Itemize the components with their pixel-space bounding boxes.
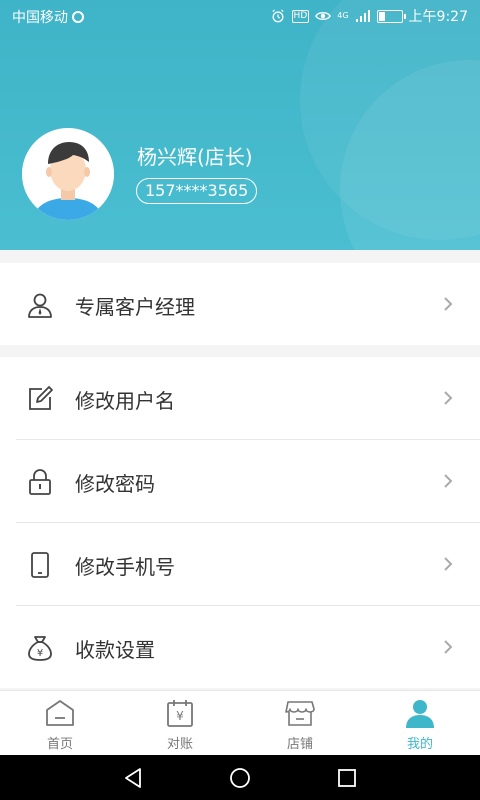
bottom-tab-bar: 首页 ¥ 对账 店铺 我的 bbox=[0, 690, 480, 755]
chevron-right-icon bbox=[444, 391, 453, 405]
chevron-right-icon bbox=[444, 297, 453, 311]
money-bag-icon: ¥ bbox=[28, 636, 52, 661]
tab-label: 我的 bbox=[406, 737, 433, 752]
status-bar: 中国移动 HD 4G 上午9:27 bbox=[0, 0, 480, 32]
carrier-name: 中国移动 bbox=[12, 10, 68, 26]
menu-item-change-password[interactable]: 修改密码 bbox=[0, 440, 480, 522]
menu-item-label: 修改密码 bbox=[75, 472, 155, 496]
user-phone: 157****3565 bbox=[136, 178, 258, 204]
back-icon[interactable] bbox=[121, 766, 145, 790]
phone-icon bbox=[31, 552, 49, 578]
tab-label: 对账 bbox=[166, 737, 193, 752]
menu-item-label: 修改用户名 bbox=[75, 389, 175, 413]
clock: 上午9:27 bbox=[408, 9, 468, 25]
store-icon bbox=[285, 701, 315, 726]
chevron-right-icon bbox=[444, 557, 453, 571]
user-name: 杨兴辉(店长) bbox=[137, 145, 253, 169]
alarm-icon bbox=[271, 9, 284, 23]
chevron-right-icon bbox=[444, 474, 453, 488]
lock-icon bbox=[29, 469, 51, 495]
tab-home[interactable]: 首页 bbox=[0, 691, 120, 755]
home-nav-icon[interactable] bbox=[228, 766, 252, 790]
svg-text:¥: ¥ bbox=[176, 709, 184, 723]
signal-icon bbox=[355, 10, 370, 22]
tab-label: 首页 bbox=[46, 737, 73, 752]
menu-item-label: 专属客户经理 bbox=[75, 295, 195, 319]
menu-group-manager: 专属客户经理 bbox=[0, 263, 480, 345]
home-icon bbox=[46, 700, 74, 726]
network-type: 4G bbox=[337, 11, 349, 20]
menu-item-account-manager[interactable]: 专属客户经理 bbox=[0, 263, 480, 345]
user-manager-icon bbox=[28, 293, 52, 318]
hd-badge: HD bbox=[291, 9, 310, 23]
person-icon bbox=[406, 700, 434, 728]
edit-icon bbox=[29, 386, 53, 410]
tab-reconcile[interactable]: ¥ 对账 bbox=[120, 691, 240, 755]
tab-store[interactable]: 店铺 bbox=[240, 691, 360, 755]
avatar-illustration bbox=[22, 128, 114, 220]
menu-group-settings: 修改用户名 修改密码 修改手机号 ¥ 收款设置 bbox=[0, 357, 480, 688]
calendar-yen-icon: ¥ bbox=[167, 700, 193, 727]
system-nav-bar bbox=[0, 755, 480, 800]
menu-item-payment-settings[interactable]: ¥ 收款设置 bbox=[0, 606, 480, 688]
tab-mine[interactable]: 我的 bbox=[360, 691, 480, 755]
tab-label: 店铺 bbox=[286, 737, 313, 752]
svg-text:¥: ¥ bbox=[37, 648, 43, 659]
eye-icon bbox=[315, 12, 332, 20]
menu-item-change-username[interactable]: 修改用户名 bbox=[0, 357, 480, 439]
recents-icon[interactable] bbox=[335, 766, 359, 790]
carrier-badge-icon bbox=[72, 11, 84, 23]
menu-item-change-phone[interactable]: 修改手机号 bbox=[0, 523, 480, 605]
menu-item-label: 修改手机号 bbox=[75, 555, 175, 579]
battery-icon bbox=[376, 9, 406, 23]
menu-item-label: 收款设置 bbox=[75, 638, 155, 662]
profile-header: 中国移动 HD 4G 上午9:27 杨兴辉(店长) 157****3565 bbox=[0, 0, 480, 250]
chevron-right-icon bbox=[444, 640, 453, 654]
avatar[interactable] bbox=[22, 128, 114, 220]
